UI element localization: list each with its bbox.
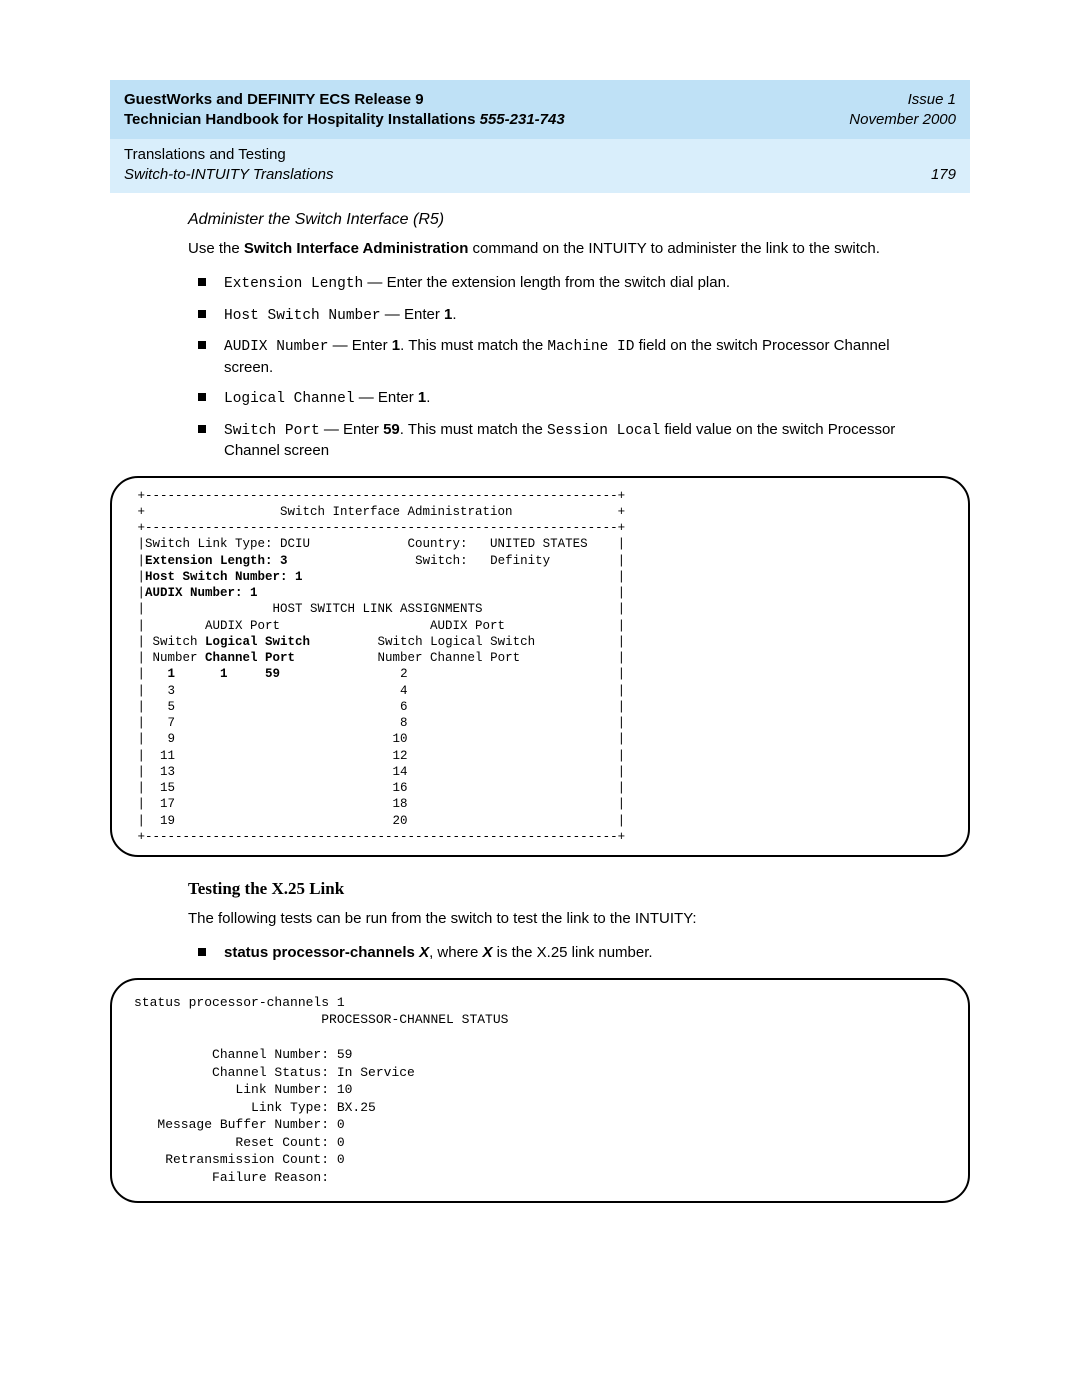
list-item: AUDIX Number — Enter 1. This must match …: [224, 336, 910, 378]
section-name: Switch-to-INTUITY Translations: [124, 165, 334, 185]
terminal-screen-switch-admin: +---------------------------------------…: [110, 476, 970, 858]
chapter-name: Translations and Testing: [124, 145, 286, 165]
doc-title-2: Technician Handbook for Hospitality Inst…: [124, 110, 565, 130]
list-item: Extension Length — Enter the extension l…: [224, 273, 910, 295]
field-code: Switch Port: [224, 423, 320, 439]
test-list: status processor-channels X, where X is …: [188, 943, 910, 963]
text-fragment: .: [426, 389, 430, 406]
doc-issue: Issue 1: [908, 90, 956, 110]
text-fragment: . This must match the: [400, 337, 547, 354]
value: 1: [418, 389, 426, 406]
doc-number: 555-231-743: [480, 111, 565, 128]
doc-title-1: GuestWorks and DEFINITY ECS Release 9: [124, 90, 424, 110]
value: 1: [392, 337, 400, 354]
value: 59: [383, 421, 400, 438]
command-name: Switch Interface Administration: [244, 240, 468, 257]
list-item: status processor-channels X, where X is …: [224, 943, 910, 963]
doc-subtitle: Technician Handbook for Hospitality Inst…: [124, 111, 480, 128]
text-fragment: , where: [429, 944, 482, 961]
variable: X: [482, 944, 492, 961]
text-fragment: .: [452, 306, 456, 323]
document-page: GuestWorks and DEFINITY ECS Release 9 Is…: [0, 0, 1080, 1325]
doc-date: November 2000: [849, 110, 956, 130]
subsection-heading: Testing the X.25 Link: [188, 879, 910, 899]
text-fragment: — Enter: [381, 306, 444, 323]
terminal-screen-status: status processor-channels 1 PROCESSOR-CH…: [110, 978, 970, 1203]
text-fragment: . This must match the: [400, 421, 547, 438]
text-fragment: command on the INTUITY to administer the…: [468, 240, 880, 257]
text-fragment: — Enter the extension length from the sw…: [363, 274, 730, 291]
text-fragment: — Enter: [328, 337, 391, 354]
page-content: Administer the Switch Interface (R5) Use…: [110, 211, 970, 1203]
page-header: GuestWorks and DEFINITY ECS Release 9 Is…: [110, 80, 970, 139]
command-name: status processor-channels X: [224, 944, 429, 961]
text-fragment: — Enter: [320, 421, 383, 438]
field-code: Host Switch Number: [224, 308, 381, 324]
intro-paragraph: Use the Switch Interface Administration …: [188, 239, 910, 259]
test-intro: The following tests can be run from the …: [188, 909, 910, 929]
field-code: Logical Channel: [224, 391, 355, 407]
page-number: 179: [931, 165, 956, 185]
text-fragment: is the X.25 link number.: [492, 944, 652, 961]
text-fragment: — Enter: [355, 389, 418, 406]
text-fragment: status processor-channels: [224, 944, 419, 961]
text-fragment: Use the: [188, 240, 244, 257]
field-code: Extension Length: [224, 276, 363, 292]
list-item: Logical Channel — Enter 1.: [224, 388, 910, 410]
list-item: Host Switch Number — Enter 1.: [224, 305, 910, 327]
page-subheader: Translations and Testing Switch-to-INTUI…: [110, 139, 970, 194]
section-heading: Administer the Switch Interface (R5): [188, 211, 910, 229]
field-code: Machine ID: [547, 339, 634, 355]
field-code: AUDIX Number: [224, 339, 328, 355]
variable: X: [419, 944, 429, 961]
field-code: Session Local: [547, 423, 660, 439]
field-list: Extension Length — Enter the extension l…: [188, 273, 910, 461]
list-item: Switch Port — Enter 59. This must match …: [224, 420, 910, 462]
